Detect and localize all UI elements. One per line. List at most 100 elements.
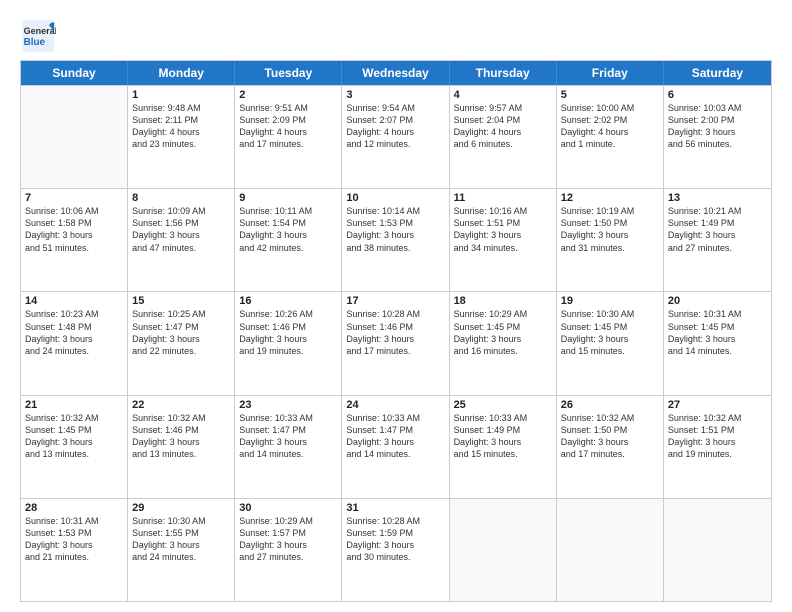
day-info: Sunrise: 9:51 AM Sunset: 2:09 PM Dayligh… [239, 102, 337, 151]
calendar-cell: 4Sunrise: 9:57 AM Sunset: 2:04 PM Daylig… [450, 86, 557, 188]
calendar-row-5: 28Sunrise: 10:31 AM Sunset: 1:53 PM Dayl… [21, 498, 771, 601]
calendar-cell [21, 86, 128, 188]
day-number: 9 [239, 192, 337, 204]
calendar-cell: 11Sunrise: 10:16 AM Sunset: 1:51 PM Dayl… [450, 189, 557, 291]
header-day-thursday: Thursday [450, 61, 557, 85]
calendar-cell: 22Sunrise: 10:32 AM Sunset: 1:46 PM Dayl… [128, 396, 235, 498]
day-number: 4 [454, 89, 552, 101]
calendar-cell: 14Sunrise: 10:23 AM Sunset: 1:48 PM Dayl… [21, 292, 128, 394]
day-info: Sunrise: 10:21 AM Sunset: 1:49 PM Daylig… [668, 205, 767, 254]
day-number: 16 [239, 295, 337, 307]
day-info: Sunrise: 10:30 AM Sunset: 1:45 PM Daylig… [561, 308, 659, 357]
day-number: 12 [561, 192, 659, 204]
day-number: 14 [25, 295, 123, 307]
day-info: Sunrise: 9:48 AM Sunset: 2:11 PM Dayligh… [132, 102, 230, 151]
calendar-cell: 23Sunrise: 10:33 AM Sunset: 1:47 PM Dayl… [235, 396, 342, 498]
header-day-wednesday: Wednesday [342, 61, 449, 85]
calendar-cell: 31Sunrise: 10:28 AM Sunset: 1:59 PM Dayl… [342, 499, 449, 601]
day-number: 23 [239, 399, 337, 411]
day-number: 8 [132, 192, 230, 204]
calendar-cell: 24Sunrise: 10:33 AM Sunset: 1:47 PM Dayl… [342, 396, 449, 498]
day-info: Sunrise: 10:23 AM Sunset: 1:48 PM Daylig… [25, 308, 123, 357]
svg-text:General: General [24, 26, 56, 36]
day-number: 17 [346, 295, 444, 307]
calendar-cell: 8Sunrise: 10:09 AM Sunset: 1:56 PM Dayli… [128, 189, 235, 291]
day-number: 24 [346, 399, 444, 411]
day-number: 5 [561, 89, 659, 101]
day-number: 19 [561, 295, 659, 307]
calendar-cell: 3Sunrise: 9:54 AM Sunset: 2:07 PM Daylig… [342, 86, 449, 188]
calendar-cell: 2Sunrise: 9:51 AM Sunset: 2:09 PM Daylig… [235, 86, 342, 188]
calendar-row-3: 14Sunrise: 10:23 AM Sunset: 1:48 PM Dayl… [21, 291, 771, 394]
calendar-cell: 6Sunrise: 10:03 AM Sunset: 2:00 PM Dayli… [664, 86, 771, 188]
day-number: 22 [132, 399, 230, 411]
header-day-friday: Friday [557, 61, 664, 85]
header-day-saturday: Saturday [664, 61, 771, 85]
day-info: Sunrise: 10:33 AM Sunset: 1:47 PM Daylig… [346, 412, 444, 461]
calendar-row-4: 21Sunrise: 10:32 AM Sunset: 1:45 PM Dayl… [21, 395, 771, 498]
day-info: Sunrise: 10:32 AM Sunset: 1:45 PM Daylig… [25, 412, 123, 461]
day-info: Sunrise: 10:31 AM Sunset: 1:45 PM Daylig… [668, 308, 767, 357]
day-number: 7 [25, 192, 123, 204]
logo-icon: General Blue [20, 18, 56, 54]
calendar-cell: 1Sunrise: 9:48 AM Sunset: 2:11 PM Daylig… [128, 86, 235, 188]
day-info: Sunrise: 10:33 AM Sunset: 1:47 PM Daylig… [239, 412, 337, 461]
day-number: 18 [454, 295, 552, 307]
calendar: SundayMondayTuesdayWednesdayThursdayFrid… [20, 60, 772, 602]
page: General Blue SundayMondayTuesdayWednesda… [0, 0, 792, 612]
day-info: Sunrise: 10:03 AM Sunset: 2:00 PM Daylig… [668, 102, 767, 151]
calendar-row-1: 1Sunrise: 9:48 AM Sunset: 2:11 PM Daylig… [21, 85, 771, 188]
day-number: 28 [25, 502, 123, 514]
day-info: Sunrise: 10:06 AM Sunset: 1:58 PM Daylig… [25, 205, 123, 254]
calendar-body: 1Sunrise: 9:48 AM Sunset: 2:11 PM Daylig… [21, 85, 771, 601]
day-info: Sunrise: 9:54 AM Sunset: 2:07 PM Dayligh… [346, 102, 444, 151]
day-info: Sunrise: 10:29 AM Sunset: 1:57 PM Daylig… [239, 515, 337, 564]
calendar-cell: 19Sunrise: 10:30 AM Sunset: 1:45 PM Dayl… [557, 292, 664, 394]
day-number: 13 [668, 192, 767, 204]
day-number: 10 [346, 192, 444, 204]
calendar-cell: 20Sunrise: 10:31 AM Sunset: 1:45 PM Dayl… [664, 292, 771, 394]
calendar-cell: 15Sunrise: 10:25 AM Sunset: 1:47 PM Dayl… [128, 292, 235, 394]
header: General Blue [20, 18, 772, 54]
day-number: 11 [454, 192, 552, 204]
calendar-cell: 17Sunrise: 10:28 AM Sunset: 1:46 PM Dayl… [342, 292, 449, 394]
day-info: Sunrise: 10:32 AM Sunset: 1:50 PM Daylig… [561, 412, 659, 461]
day-number: 15 [132, 295, 230, 307]
day-info: Sunrise: 10:11 AM Sunset: 1:54 PM Daylig… [239, 205, 337, 254]
header-day-monday: Monday [128, 61, 235, 85]
calendar-cell: 25Sunrise: 10:33 AM Sunset: 1:49 PM Dayl… [450, 396, 557, 498]
calendar-header: SundayMondayTuesdayWednesdayThursdayFrid… [21, 61, 771, 85]
header-day-tuesday: Tuesday [235, 61, 342, 85]
calendar-cell: 29Sunrise: 10:30 AM Sunset: 1:55 PM Dayl… [128, 499, 235, 601]
day-info: Sunrise: 10:14 AM Sunset: 1:53 PM Daylig… [346, 205, 444, 254]
day-info: Sunrise: 10:00 AM Sunset: 2:02 PM Daylig… [561, 102, 659, 151]
day-number: 26 [561, 399, 659, 411]
logo: General Blue [20, 18, 56, 54]
calendar-cell: 7Sunrise: 10:06 AM Sunset: 1:58 PM Dayli… [21, 189, 128, 291]
day-info: Sunrise: 10:26 AM Sunset: 1:46 PM Daylig… [239, 308, 337, 357]
calendar-cell: 10Sunrise: 10:14 AM Sunset: 1:53 PM Dayl… [342, 189, 449, 291]
calendar-cell: 13Sunrise: 10:21 AM Sunset: 1:49 PM Dayl… [664, 189, 771, 291]
day-info: Sunrise: 10:31 AM Sunset: 1:53 PM Daylig… [25, 515, 123, 564]
calendar-cell: 16Sunrise: 10:26 AM Sunset: 1:46 PM Dayl… [235, 292, 342, 394]
day-number: 31 [346, 502, 444, 514]
calendar-cell [557, 499, 664, 601]
day-number: 29 [132, 502, 230, 514]
calendar-cell: 26Sunrise: 10:32 AM Sunset: 1:50 PM Dayl… [557, 396, 664, 498]
day-number: 25 [454, 399, 552, 411]
day-number: 27 [668, 399, 767, 411]
calendar-cell: 18Sunrise: 10:29 AM Sunset: 1:45 PM Dayl… [450, 292, 557, 394]
day-info: Sunrise: 10:09 AM Sunset: 1:56 PM Daylig… [132, 205, 230, 254]
day-number: 3 [346, 89, 444, 101]
calendar-cell: 30Sunrise: 10:29 AM Sunset: 1:57 PM Dayl… [235, 499, 342, 601]
day-info: Sunrise: 10:32 AM Sunset: 1:46 PM Daylig… [132, 412, 230, 461]
day-info: Sunrise: 10:33 AM Sunset: 1:49 PM Daylig… [454, 412, 552, 461]
calendar-cell [450, 499, 557, 601]
day-info: Sunrise: 10:32 AM Sunset: 1:51 PM Daylig… [668, 412, 767, 461]
day-number: 1 [132, 89, 230, 101]
day-info: Sunrise: 10:16 AM Sunset: 1:51 PM Daylig… [454, 205, 552, 254]
calendar-cell: 9Sunrise: 10:11 AM Sunset: 1:54 PM Dayli… [235, 189, 342, 291]
day-info: Sunrise: 10:28 AM Sunset: 1:46 PM Daylig… [346, 308, 444, 357]
svg-text:Blue: Blue [24, 37, 46, 48]
calendar-row-2: 7Sunrise: 10:06 AM Sunset: 1:58 PM Dayli… [21, 188, 771, 291]
